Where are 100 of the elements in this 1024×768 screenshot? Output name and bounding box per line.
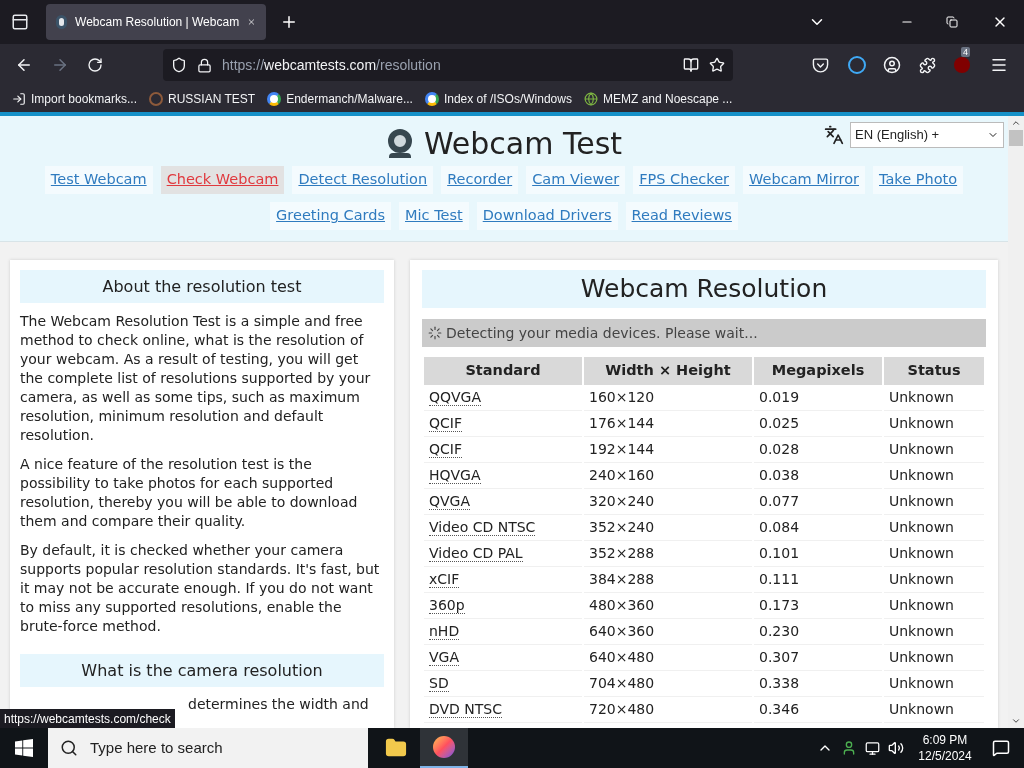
column-header: Width × Height — [584, 357, 752, 385]
folder-icon — [385, 737, 407, 759]
windows-logo-icon — [15, 739, 33, 757]
standard-name: DVD NTSC — [429, 701, 503, 718]
table-cell: 0.019 — [759, 389, 800, 405]
browser-logo-icon — [433, 736, 455, 758]
column-header: Status — [884, 357, 984, 385]
standard-name: HQVGA — [429, 467, 481, 484]
table-cell: 0.038 — [759, 467, 800, 483]
badge-count: 4 — [961, 47, 970, 57]
table-cell: 0.084 — [759, 519, 800, 535]
standard-name: xCIF — [429, 571, 460, 588]
bookmark-star-icon[interactable] — [709, 57, 725, 73]
loading-spinner-icon — [428, 326, 442, 340]
scrollbar[interactable] — [1008, 116, 1024, 728]
browser-tab[interactable]: Webcam Resolution | Webcam — [46, 4, 266, 40]
clock[interactable]: 6:09 PM 12/5/2024 — [912, 732, 978, 764]
nav-link[interactable]: FPS Checker — [633, 166, 736, 194]
nav-link[interactable]: Read Reviews — [625, 202, 738, 230]
menu-icon[interactable] — [990, 56, 1008, 74]
table-cell: 704×480 — [589, 675, 655, 691]
table-cell: 0.028 — [759, 441, 800, 457]
nav-link[interactable]: Greeting Cards — [270, 202, 391, 230]
reload-icon[interactable] — [87, 57, 103, 73]
table-cell: Unknown — [889, 701, 954, 717]
site-title: Webcam Test — [423, 126, 623, 162]
nav-link[interactable]: Take Photo — [873, 166, 964, 194]
standard-name: 360p — [429, 597, 465, 614]
table-cell: Unknown — [889, 649, 954, 665]
nav-link[interactable]: Download Drivers — [476, 202, 618, 230]
search-icon — [60, 739, 78, 757]
table-cell: 0.230 — [759, 623, 800, 639]
restore-icon[interactable] — [946, 16, 958, 28]
globe-icon — [583, 92, 598, 106]
table-cell: 192×144 — [589, 441, 655, 457]
table-cell: 384×288 — [589, 571, 655, 587]
scroll-up-icon — [1011, 118, 1021, 128]
tab-list-icon[interactable] — [11, 13, 29, 31]
import-icon — [12, 92, 26, 106]
standard-name: QCIF — [429, 441, 462, 458]
address-bar[interactable]: https://webcamtests.com/resolution — [163, 49, 733, 81]
notifications-icon[interactable] — [992, 739, 1010, 757]
search-placeholder: Type here to search — [90, 737, 223, 758]
table-cell: 320×240 — [589, 493, 655, 509]
table-cell: Unknown — [889, 441, 954, 457]
network-icon[interactable] — [865, 740, 880, 756]
table-cell: 352×240 — [589, 519, 655, 535]
people-icon[interactable] — [841, 740, 857, 756]
lock-icon — [197, 57, 212, 73]
pocket-icon[interactable] — [812, 56, 829, 74]
forward-icon[interactable] — [51, 56, 69, 74]
results-heading: Webcam Resolution — [422, 270, 986, 308]
bookmark-item[interactable]: Endermanch/Malware... — [267, 90, 413, 108]
nav-link[interactable]: Detect Resolution — [292, 166, 434, 194]
tab-title: Webcam Resolution | Webcam — [75, 14, 240, 31]
reader-view-icon[interactable] — [683, 57, 699, 73]
scrollbar-thumb[interactable] — [1009, 130, 1023, 146]
nav-link[interactable]: Mic Test — [399, 202, 469, 230]
extensions-icon[interactable] — [919, 56, 936, 74]
table-cell: 480×360 — [589, 597, 655, 613]
section-heading: What is the camera resolution — [20, 654, 384, 687]
bookmark-item[interactable]: RUSSIAN TEST — [149, 90, 256, 108]
url-text: https://webcamtests.com/resolution — [222, 55, 442, 75]
table-cell: Unknown — [889, 519, 954, 535]
nav-link[interactable]: Webcam Mirror — [743, 166, 865, 194]
nav-link[interactable]: Check Webcam — [160, 166, 285, 194]
nav-link[interactable]: Test Webcam — [44, 166, 153, 194]
bookmark-item[interactable]: MEMZ and Noescape ... — [583, 90, 733, 108]
browser-taskbar-button[interactable] — [420, 728, 468, 768]
paragraph: By default, it is checked whether your camera supports popular resolution standards. It's fast, but it may not be accurate enough. If you do not want to miss any supported resolutions, enable the brute-force method. — [20, 541, 381, 636]
table-cell: 720×480 — [589, 701, 655, 717]
table-cell: 0.111 — [759, 571, 800, 587]
bookmark-item[interactable]: Import bookmarks... — [12, 90, 138, 108]
volume-icon[interactable] — [888, 740, 904, 756]
new-tab-icon[interactable] — [280, 13, 298, 31]
table-cell: Unknown — [889, 623, 954, 639]
language-select[interactable]: EN (English) + — [850, 122, 1004, 148]
table-cell: 0.077 — [759, 493, 800, 509]
table-cell: Unknown — [889, 675, 954, 691]
google-logo-icon — [424, 92, 439, 106]
table-cell: Unknown — [889, 467, 954, 483]
table-cell: 0.307 — [759, 649, 800, 665]
status-message: Detecting your media devices. Please wait... — [446, 323, 758, 343]
bookmark-item[interactable]: Index of /ISOs/Windows — [424, 90, 572, 108]
standard-name: nHD — [429, 623, 460, 640]
table-cell: 0.173 — [759, 597, 800, 613]
table-cell: Unknown — [889, 597, 954, 613]
back-icon[interactable] — [15, 56, 33, 74]
scroll-down-icon — [1011, 716, 1021, 726]
table-cell: 640×480 — [589, 649, 655, 665]
standard-name: Video CD NTSC — [429, 519, 536, 536]
taskbar-search-field[interactable]: Type here to search — [48, 728, 368, 768]
section-heading: About the resolution test — [20, 270, 384, 303]
shield-icon — [171, 57, 187, 73]
nav-link[interactable]: Recorder — [441, 166, 519, 194]
paragraph: determines the width and — [187, 695, 370, 714]
account-icon[interactable] — [883, 56, 901, 74]
table-cell: 352×288 — [589, 545, 655, 561]
nav-link[interactable]: Cam Viewer — [526, 166, 626, 194]
column-header: Megapixels — [754, 357, 882, 385]
